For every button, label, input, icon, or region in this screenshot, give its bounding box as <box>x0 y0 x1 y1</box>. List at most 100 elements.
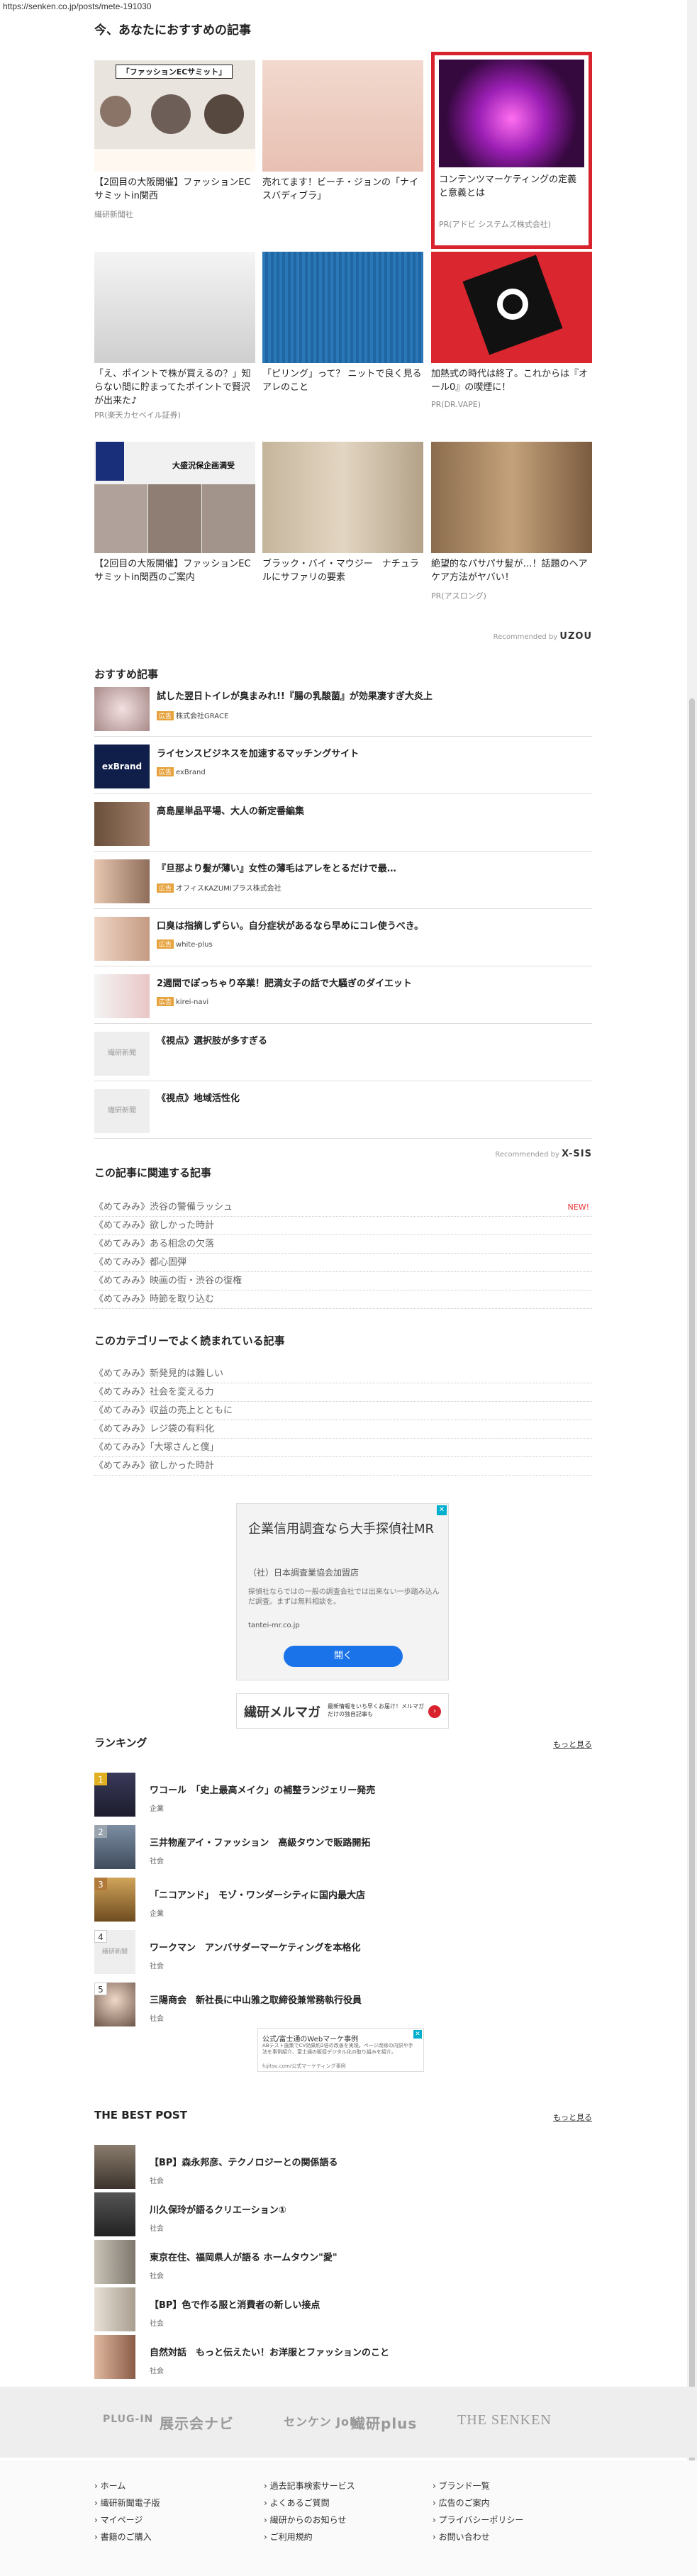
osusume-title: おすすめ記事 <box>94 668 159 681</box>
thumb-caption: 「ファッションECサミット」 <box>116 65 233 79</box>
recommended-by-uzou[interactable]: Recommended by UZOU <box>494 631 592 642</box>
category-list: 《めてみみ》新発見的は難しい 《めてみみ》社会を変える力 《めてみみ》収益の売上… <box>94 1365 592 1476</box>
recommended-by-xsis[interactable]: Recommended by X-SIS <box>495 1149 592 1159</box>
rec-card-thumb: 大盛況保企画満受 <box>94 442 255 553</box>
footer-link[interactable]: › プライバシーポリシー <box>433 2511 523 2528</box>
best-item[interactable]: 自然対話 もっと伝えたい！お洋服とファッションのこと 社会 <box>94 2335 592 2387</box>
ad-open-button[interactable]: 開く <box>284 1646 403 1667</box>
best-thumb <box>94 2335 135 2379</box>
scrollbar-track[interactable] <box>687 0 697 2576</box>
footer-link[interactable]: › ホーム <box>94 2477 160 2494</box>
footer-link[interactable]: › 繊研新聞電子版 <box>94 2494 160 2511</box>
rec-card-thumb <box>262 252 423 363</box>
tenjikai-navi-logo[interactable]: 展示会ナビ <box>160 2412 234 2433</box>
category-item[interactable]: 《めてみみ》「大塚さんと僕」 <box>94 1439 592 1457</box>
rec-card-3[interactable]: コンテンツマーケティングの定義と意義とは PR(アドビ システムズ株式会社) <box>431 52 592 249</box>
footer-link[interactable]: › マイページ <box>94 2511 160 2528</box>
rec-card-9[interactable]: 絶望的なパサパサ髪が…！話題のヘアケア方法がヤバい！ PR(アスロング) <box>431 442 592 601</box>
mailmag-text: 最新情報をいち早くお届け！メルマガだけの独自記事も <box>328 1703 424 1717</box>
rec-card-8[interactable]: ブラック・バイ・マウジー ナチュラルにサファリの要素 <box>262 442 423 584</box>
related-item[interactable]: 《めてみみ》都心固弾 <box>94 1254 592 1272</box>
category-item[interactable]: 《めてみみ》収益の売上とともに <box>94 1402 592 1420</box>
best-more-link[interactable]: もっと見る <box>553 2112 592 2123</box>
osusume-thumb <box>94 687 150 731</box>
related-item[interactable]: 《めてみみ》ある相念の欠落 <box>94 1235 592 1254</box>
best-item[interactable]: 東京在住、福岡県人が語る ホームタウン"愛" 社会 <box>94 2240 592 2292</box>
osusume-item[interactable]: 口臭は指摘しずらい。自分症状があるなら早めにコレ使うべき。 広告 white-pl… <box>94 913 592 966</box>
ranking-title-text: 「ニコアンド」 モゾ・ワンダーシティに国内最大店 <box>150 1890 365 1901</box>
senken-job-logo[interactable]: センケン Job <box>284 2412 359 2429</box>
osusume-item[interactable]: 試した翌日トイレが臭まみれ!!『腸の乳酸菌』が効果凄すぎ大炎上 広告 株式会社GR… <box>94 683 592 737</box>
osusume-thumb <box>94 859 150 903</box>
sponsor-name: 株式会社GRACE <box>176 713 229 720</box>
ranking-item[interactable]: 3 「ニコアンド」 モゾ・ワンダーシティに国内最大店 企業 <box>94 1878 592 1930</box>
pr-badge: 広告 <box>157 711 174 720</box>
footer-link[interactable]: › 広告のご案内 <box>433 2494 523 2511</box>
banner-block <box>96 442 124 481</box>
rec-card-1[interactable]: 「ファッションECサミット」 【2回目の大阪開催】ファッションECサミットin関… <box>94 60 255 220</box>
related-item[interactable]: 《めてみみ》時節を取り込む <box>94 1290 592 1309</box>
rec-card-source: PR(アドビ システムズ株式会社) <box>439 220 552 229</box>
plug-in-logo[interactable]: PLUG-IN <box>103 2414 153 2425</box>
category-item[interactable]: 《めてみみ》新発見的は難しい <box>94 1365 592 1383</box>
rec-card-source: PR(DR.VAPE) <box>431 400 481 409</box>
person-photo <box>94 484 147 553</box>
category-item[interactable]: 《めてみみ》欲しかった時計 <box>94 1457 592 1476</box>
scrollbar-thumb[interactable] <box>689 698 695 2576</box>
xsis-logo: X-SIS <box>562 1149 592 1159</box>
footer-link[interactable]: › 繊研からのお知らせ <box>264 2511 355 2528</box>
category-item[interactable]: 《めてみみ》レジ袋の有料化 <box>94 1420 592 1439</box>
best-item[interactable]: 【BP】森永邦彦、テクノロジーとの関係語る 社会 <box>94 2145 592 2197</box>
ranking-category: 社会 <box>150 1963 164 1970</box>
footer-link[interactable]: › 書籍のご購入 <box>94 2528 160 2546</box>
osusume-item[interactable]: exBrand ライセンスビジネスを加速するマッチングサイト 広告 exBrand <box>94 740 592 794</box>
osusume-item[interactable]: 『旦那より髪が薄い』女性の薄毛はアレをとるだけで最… 広告 オフィスKAZUMIプ… <box>94 855 592 909</box>
osusume-thumb: 繊研新聞 <box>94 1032 150 1076</box>
osusume-sponsor: 広告 exBrand <box>157 767 206 776</box>
category-item[interactable]: 《めてみみ》社会を変える力 <box>94 1383 592 1402</box>
thumb-band <box>94 149 255 172</box>
best-item[interactable]: 【BP】色で作る服と消費者の新しい接点 社会 <box>94 2287 592 2340</box>
osusume-item[interactable]: 高島屋単品平場、大人の新定番編集 <box>94 798 592 852</box>
related-item[interactable]: 《めてみみ》欲しかった時計 <box>94 1217 592 1235</box>
osusume-title-text: 2週間でぽっちゃり卒業！肥満女子の話で大騒ぎのダイエット <box>157 978 412 989</box>
rec-card-5[interactable]: 「ピリング」って？ ニットで良く見るアレのこと <box>262 252 423 394</box>
senken-plus-logo[interactable]: 繊研plus <box>351 2412 417 2433</box>
related-item[interactable]: 《めてみみ》渋谷の警備ラッシュ NEW! <box>94 1198 592 1217</box>
ad-choices-icon[interactable]: ✕ <box>437 1505 447 1515</box>
footer-link[interactable]: › 過去記事検索サービス <box>264 2477 355 2494</box>
rec-card-7[interactable]: 大盛況保企画満受 【2回目の大阪開催】ファッションECサミットin関西のご案内 <box>94 442 255 584</box>
device-logo <box>497 289 528 320</box>
footer-link[interactable]: › ブランド一覧 <box>433 2477 523 2494</box>
ranking-item[interactable]: 1 ワコール 「史上最高メイク」の補整ランジェリー発売 企業 <box>94 1773 592 1825</box>
ranking-item[interactable]: 繊研新聞 4 ワークマン アンバサダーマーケティングを本格化 社会 <box>94 1930 592 1983</box>
sponsor-name: exBrand <box>176 769 206 776</box>
ranking-item[interactable]: 5 三陽商会 新社長に中山雅之取締役兼常務執行役員 社会 <box>94 1983 592 2035</box>
related-item[interactable]: 《めてみみ》映画の街・渋谷の復権 <box>94 1272 592 1290</box>
osusume-item[interactable]: 繊研新聞 《視点》地域活性化 <box>94 1085 592 1139</box>
footer-link[interactable]: › ご利用規約 <box>264 2528 355 2546</box>
osusume-item[interactable]: 2週間でぽっちゃり卒業！肥満女子の話で大騒ぎのダイエット 広告 kirei-nav… <box>94 970 592 1024</box>
ad-banner-fujitsu[interactable]: ✕ 公式/富士通のWebマーケ事例 ABテスト施策でCV効果約2倍の改善を実現。… <box>257 2028 424 2072</box>
rec-card-4[interactable]: 「え、ポイントで株が買えるの？」知らない間に貯まってたポイントで賢沢が出来た♪ … <box>94 252 255 420</box>
rec-card-thumb <box>431 252 592 363</box>
the-senken-logo[interactable]: THE SENKEN <box>457 2412 552 2429</box>
rec-card-6[interactable]: 加熱式の時代は終了。これからは『オール0』の喫煙に！ PR(DR.VAPE) <box>431 252 592 409</box>
footer-links-col-2: › 過去記事検索サービス › よくあるご質問 › 繊研からのお知らせ › ご利用… <box>264 2477 355 2546</box>
best-item[interactable]: 川久保玲が語るクリエーション① 社会 <box>94 2192 592 2245</box>
osusume-item[interactable]: 繊研新聞 《視点》選択肢が多すぎる <box>94 1027 592 1081</box>
sponsor-name: kirei-navi <box>176 998 209 1006</box>
ad-banner-mr[interactable]: ✕ 企業信用調査なら大手探偵社MR （社）日本調査業協会加盟店 探偵社ならではの… <box>236 1503 449 1680</box>
rec-card-2[interactable]: 売れてます！ビーチ・ジョンの「ナイスバディブラ」 <box>262 60 423 203</box>
best-title-text: 自然対話 もっと伝えたい！お洋服とファッションのこと <box>150 2348 390 2358</box>
rec-card-title: 「え、ポイントで株が買えるの？」知らない間に貯まってたポイントで賢沢が出来た♪ <box>94 369 251 406</box>
footer-link[interactable]: › お問い合わせ <box>433 2528 523 2546</box>
best-title-text: 【BP】森永邦彦、テクノロジーとの関係語る <box>150 2158 338 2168</box>
footer-link[interactable]: › よくあるご質問 <box>264 2494 355 2511</box>
footer-links: › ホーム › 繊研新聞電子版 › マイページ › 書籍のご購入 › 過去記事検… <box>0 2460 697 2576</box>
rank-number: 3 <box>94 1878 107 1890</box>
ad-choices-icon[interactable]: ✕ <box>413 2030 422 2039</box>
ranking-item[interactable]: 2 三井物産アイ・ファッション 高級タウンで販路開拓 社会 <box>94 1825 592 1878</box>
ranking-more-link[interactable]: もっと見る <box>553 1739 592 1750</box>
ad-banner-mailmag[interactable]: 繊研メルマガ 最新情報をいち早くお届け！メルマガだけの独自記事も › <box>236 1693 449 1729</box>
